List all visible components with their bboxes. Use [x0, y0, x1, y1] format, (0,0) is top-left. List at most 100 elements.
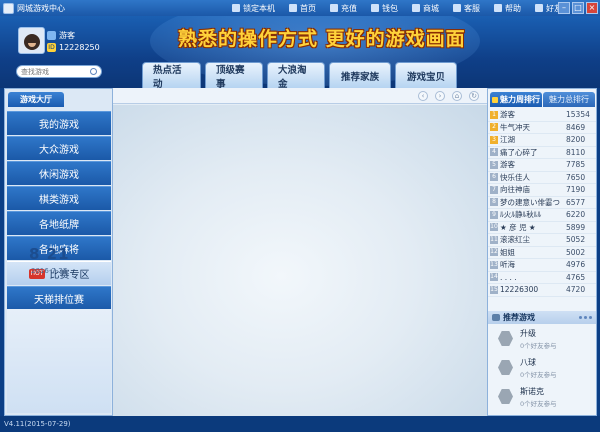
tab-total-charm-rank[interactable]: 魅力总排行: [543, 92, 595, 107]
search-icon[interactable]: [90, 68, 97, 75]
rank-name: 快乐佳人: [500, 172, 530, 182]
tab-game-treasure[interactable]: 游戏宝贝: [395, 62, 457, 88]
rank-score: 7650: [566, 172, 586, 182]
rank-list: 1 游客 15354 2 牛气冲天 8469 3 江湖 8200 4 痛了心碎了 8110 5游…: [488, 109, 596, 297]
window-controls: – □ ×: [556, 2, 598, 14]
rank-name: 梦の建意い俳霎つ: [500, 197, 560, 207]
user-id: 12228250: [59, 43, 100, 52]
rank-row[interactable]: 12 姐姐 5002: [488, 247, 596, 259]
rank-row[interactable]: 6 快乐佳人 7650: [488, 172, 596, 184]
tab-hot-events[interactable]: 热点活动: [142, 62, 201, 90]
game-hexagon-icon: [498, 389, 513, 404]
left-menu-card-games[interactable]: 各地纸牌: [7, 211, 111, 235]
left-menu-ladder[interactable]: 天梯排位赛: [7, 286, 111, 310]
search-input[interactable]: [17, 66, 87, 77]
top-tabs: 热点活动 顶级赛事 大浪淘金 推荐家族 游戏宝贝: [142, 62, 461, 90]
tab-top-matches[interactable]: 顶级赛事: [205, 62, 263, 90]
recommended-game-name: 八球: [520, 358, 536, 367]
close-button[interactable]: ×: [586, 2, 598, 14]
rank-row[interactable]: 1 游客 15354: [488, 109, 596, 122]
rank-number: 1: [490, 110, 498, 119]
restore-button[interactable]: □: [572, 2, 584, 14]
rank-number: 5: [490, 160, 498, 169]
rank-name: 牛气冲天: [500, 122, 530, 132]
recommended-game-item[interactable]: 斯诺克 0个好友参与: [488, 383, 596, 412]
lock-icon: [232, 4, 240, 12]
rank-number: 11: [490, 235, 498, 244]
recommended-game-item[interactable]: 升级 0个好友参与: [488, 325, 596, 354]
right-panel: 魅力周排行 魅力总排行 1 游客 15354 2 牛气冲天 8469 3 江湖 8200 4…: [487, 88, 597, 416]
top-menu-recharge[interactable]: 充值: [330, 3, 357, 14]
game-hexagon-icon: [498, 331, 513, 346]
id-badge-icon: ID: [47, 43, 56, 52]
top-menu-wallet[interactable]: 钱包: [371, 3, 398, 14]
gamepad-icon: [492, 314, 500, 321]
rank-row[interactable]: 8 梦の建意い俳霎つ 6577: [488, 197, 596, 209]
trophy-icon: [492, 96, 498, 103]
rank-score: 8469: [566, 122, 586, 132]
top-menu-shop[interactable]: 商城: [412, 3, 439, 14]
rank-row[interactable]: 3 江湖 8200: [488, 134, 596, 147]
recommended-game-friends: 0个好友参与: [520, 371, 557, 379]
forward-icon[interactable]: ›: [435, 91, 445, 101]
rank-row[interactable]: 13 听海 4976: [488, 259, 596, 272]
rank-row[interactable]: 9 ﾙ火ﾙ静ﾙ秋ﾙﾙ 6220: [488, 209, 596, 222]
user-id-row: ID 12228250: [47, 43, 100, 52]
user-nickname: 游客: [59, 31, 75, 40]
rank-row[interactable]: 10 ★ 彦 児 ★ 5899: [488, 222, 596, 234]
rank-score: 15354: [566, 110, 590, 120]
title-bar: 网城游戏中心 锁定本机 首页 充值 钱包 商城 客服 帮助 好友 – □ ×: [0, 0, 600, 16]
left-menu-popular-games[interactable]: 大众游戏: [7, 136, 111, 160]
rank-number: 12: [490, 248, 498, 257]
left-menu-my-games[interactable]: 我的游戏: [7, 111, 111, 135]
rank-score: 7190: [566, 185, 586, 195]
rank-score: 5052: [566, 235, 586, 245]
game-hexagon-icon: [498, 360, 513, 375]
top-menu-help[interactable]: 帮助: [494, 3, 521, 14]
rank-tabs: 魅力周排行 魅力总排行: [490, 92, 596, 107]
version-label: V4.11(2015-07-29): [4, 420, 71, 428]
rank-score: 4765: [566, 272, 586, 282]
pager-dots-icon[interactable]: [577, 316, 592, 319]
rank-name: 向往神庙: [500, 185, 530, 195]
left-menu-board-games[interactable]: 棋类游戏: [7, 186, 111, 210]
rank-row[interactable]: 14 . . . . 4765: [488, 272, 596, 284]
left-menu-casual-games[interactable]: 休闲游戏: [7, 161, 111, 185]
app-title: 网城游戏中心: [17, 3, 65, 13]
top-menu: 锁定本机 首页 充值 钱包 商城 客服 帮助 好友: [232, 0, 576, 16]
recommended-games-list: 升级 0个好友参与 八球 0个好友参与 斯诺克 0个好友参与: [488, 325, 596, 412]
home-icon: [289, 4, 297, 12]
top-menu-home[interactable]: 首页: [289, 3, 316, 14]
recommended-games-title: 推荐游戏: [503, 313, 535, 322]
minimize-button[interactable]: –: [558, 2, 570, 14]
rank-row[interactable]: 11 滚滚红尘 5052: [488, 234, 596, 247]
browser-nav-bar: ‹ › ⌂ ↻: [113, 88, 487, 104]
rank-name: 江湖: [500, 135, 515, 145]
top-menu-service[interactable]: 客服: [453, 3, 480, 14]
rank-row[interactable]: 15 12226300 4720: [488, 284, 596, 297]
rank-score: 8110: [566, 147, 586, 157]
rank-name: 听海: [500, 260, 515, 270]
avatar[interactable]: [18, 27, 45, 54]
rank-number: 2: [490, 123, 498, 132]
back-icon[interactable]: ‹: [418, 91, 428, 101]
search-box: [16, 65, 102, 78]
home-icon[interactable]: ⌂: [452, 91, 462, 101]
rank-row[interactable]: 2 牛气冲天 8469: [488, 122, 596, 134]
rank-row[interactable]: 7 向往神庙 7190: [488, 184, 596, 197]
help-icon: [494, 4, 502, 12]
tab-recommended-family[interactable]: 推荐家族: [329, 62, 391, 88]
rank-number: 10: [490, 223, 498, 232]
web-content-area[interactable]: [113, 105, 487, 416]
top-menu-lock[interactable]: 锁定本机: [232, 3, 275, 14]
tab-weekly-charm-rank[interactable]: 魅力周排行: [490, 92, 542, 107]
rank-row[interactable]: 5 游客 7785: [488, 159, 596, 172]
rank-score: 5899: [566, 222, 586, 232]
refresh-icon[interactable]: ↻: [469, 91, 479, 101]
app-logo-icon: [3, 2, 14, 14]
tab-gold-rush[interactable]: 大浪淘金: [267, 62, 325, 90]
tab-game-lobby[interactable]: 游戏大厅: [8, 92, 64, 107]
recommended-game-item[interactable]: 八球 0个好友参与: [488, 354, 596, 383]
rank-score: 5002: [566, 247, 586, 257]
rank-row[interactable]: 4 痛了心碎了 8110: [488, 147, 596, 159]
